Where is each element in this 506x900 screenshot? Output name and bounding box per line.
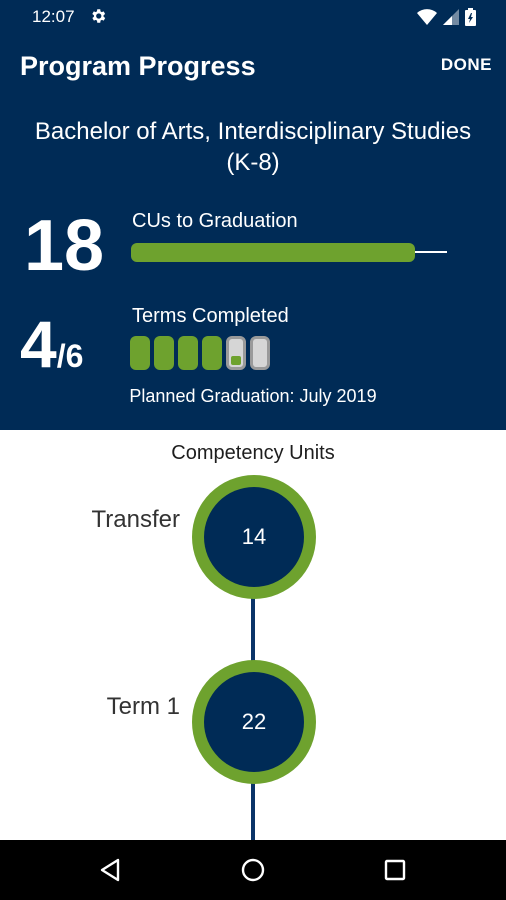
navigation-bar: [0, 840, 506, 900]
cus-progress-bar: [131, 243, 415, 262]
terms-completed-label: Terms Completed: [132, 305, 289, 327]
done-button[interactable]: DONE: [441, 55, 492, 75]
node-label-transfer: Transfer: [91, 506, 180, 533]
term-pill-6: [250, 336, 270, 370]
status-bar: 12:07: [0, 0, 506, 34]
term-pill-partial-fill: [231, 356, 241, 365]
progress-header: Program Progress DONE Bachelor of Arts, …: [0, 34, 506, 430]
cus-to-graduation-label: CUs to Graduation: [132, 210, 298, 232]
status-time: 12:07: [32, 7, 75, 26]
cell-signal-icon: [443, 9, 459, 25]
status-icons: [417, 7, 476, 27]
section-title: Competency Units: [171, 442, 335, 464]
battery-icon: [465, 8, 476, 26]
cus-to-graduation-value: 18: [24, 206, 105, 286]
cu-node-term-1[interactable]: 22: [192, 660, 316, 784]
page-title: Program Progress: [20, 51, 256, 81]
gear-icon: [92, 9, 106, 23]
recents-square-icon[interactable]: [380, 855, 410, 885]
term-pill-2: [154, 336, 174, 370]
competency-units-section: Competency Units Transfer 14 Term 1 22: [0, 430, 506, 840]
cu-node-transfer[interactable]: 14: [192, 475, 316, 599]
node-value-term-1: 22: [204, 672, 304, 772]
terms-fraction: 4/6: [20, 311, 83, 377]
term-progress-pills: [130, 336, 270, 370]
home-circle-icon[interactable]: [238, 855, 268, 885]
program-name-line1: Bachelor of Arts, Interdisciplinary Stud…: [34, 118, 472, 145]
term-pill-3: [178, 336, 198, 370]
term-pill-4: [202, 336, 222, 370]
terms-completed-value: 4: [20, 307, 57, 381]
program-name-line2: (K-8): [226, 149, 280, 176]
terms-total-value: /6: [56, 338, 84, 374]
node-label-term-1: Term 1: [106, 693, 180, 720]
term-pill-1: [130, 336, 150, 370]
program-name: Bachelor of Arts, Interdisciplinary Stud…: [20, 116, 486, 178]
wifi-icon: [417, 9, 437, 25]
node-value-transfer: 14: [204, 487, 304, 587]
term-pill-5: [226, 336, 246, 370]
back-triangle-icon[interactable]: [96, 855, 126, 885]
planned-graduation: Planned Graduation: July 2019: [129, 386, 377, 406]
